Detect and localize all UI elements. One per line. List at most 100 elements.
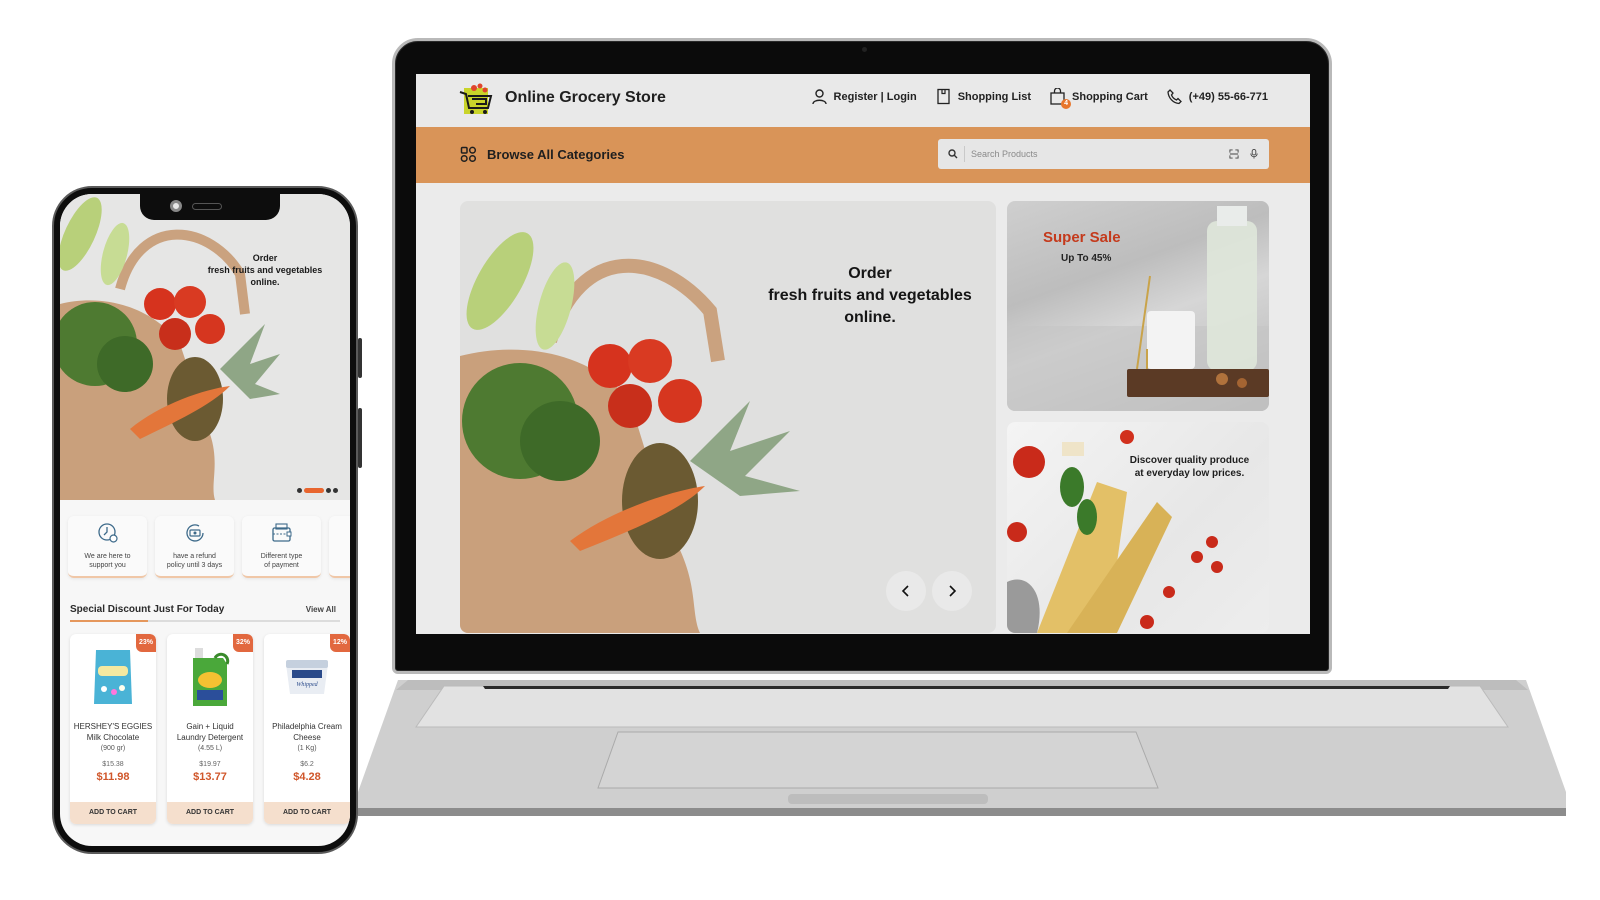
product-name: Cheese <box>293 733 321 742</box>
mobile-hero-line-2: fresh fruits and vegetables <box>207 265 323 275</box>
product-card[interactable]: 32% Gain + Liquid Laundry Detergent (4.55… <box>167 634 253 824</box>
phone-mockup: Order fresh fruits and vegetables online… <box>52 186 362 854</box>
sale-title: Super Sale <box>1043 229 1121 246</box>
shopping-cart-label: Shopping Cart <box>1072 90 1148 103</box>
feature-cards: We are here to support you have a refund p… <box>68 516 350 578</box>
phone-contact-link[interactable]: (+49) 55-66-771 <box>1166 88 1268 105</box>
product-size: (1 Kg) <box>297 745 317 752</box>
search-icon <box>948 149 958 159</box>
hero-line-3: online. <box>844 309 896 326</box>
shopping-list-link[interactable]: Shopping List <box>935 88 1031 105</box>
feature-card-payment[interactable]: Different type of payment <box>242 516 321 578</box>
discount-badge: 12% <box>330 634 350 652</box>
product-name: Philadelphia Cream <box>272 722 342 731</box>
chevron-left-icon <box>901 585 909 597</box>
section-underline <box>70 620 340 622</box>
register-login-label: Register | Login <box>833 90 917 103</box>
search-bar <box>938 139 1269 169</box>
feature-label: Exp <box>332 552 350 561</box>
svg-text:Whipped: Whipped <box>296 682 318 688</box>
view-all-link[interactable]: View All <box>306 605 336 614</box>
grid-categories-icon <box>460 146 477 163</box>
original-price: $19.97 <box>199 761 221 768</box>
shopping-list-label: Shopping List <box>957 90 1032 103</box>
product-size: (4.55 L) <box>197 745 223 752</box>
product-name: HERSHEY'S EGGIES <box>73 722 153 731</box>
feature-label: policy until 3 days <box>166 562 223 569</box>
quality-produce-banner[interactable]: Discover quality produce at everyday low… <box>1007 422 1269 633</box>
mobile-hero-line-3: online. <box>250 277 280 287</box>
sale-subtitle: Up To 45% <box>1061 253 1112 264</box>
feature-label: of payment <box>264 562 299 569</box>
produce-line-1: Discover quality produce <box>1129 455 1250 466</box>
user-icon <box>811 89 827 105</box>
add-to-cart-button[interactable]: ADD TO CART <box>70 802 156 824</box>
carousel-dot-active[interactable] <box>304 488 324 493</box>
quality-produce-text: Discover quality produce at everyday low… <box>1117 454 1262 480</box>
shopping-cart-link[interactable]: 4 Shopping Cart <box>1049 87 1148 109</box>
wallet-icon <box>271 523 291 542</box>
gain-detergent-image <box>193 648 230 706</box>
laptop-camera <box>862 47 867 52</box>
carousel-dot[interactable] <box>326 488 331 493</box>
browse-categories-label: Browse All Categories <box>487 147 625 162</box>
laptop-keyboard-base <box>358 672 1566 820</box>
top-nav: Register | Login Shopping List 4 Shoppin… <box>811 87 1268 109</box>
hero-line-1: Order <box>848 265 892 282</box>
super-sale-banner[interactable]: Super Sale Up To 45% <box>1007 201 1269 411</box>
add-to-cart-button[interactable]: ADD TO CART <box>167 802 253 824</box>
mobile-hero-headline: Order fresh fruits and vegetables online… <box>190 252 340 288</box>
carousel-dot[interactable] <box>333 488 338 493</box>
phone-icon <box>1167 89 1182 105</box>
feature-label: Different type <box>260 553 303 560</box>
mobile-hero-line-1: Order <box>252 253 278 263</box>
feature-card-support[interactable]: We are here to support you <box>68 516 147 578</box>
special-discount-title: Special Discount Just For Today <box>70 604 225 615</box>
product-name: Milk Chocolate <box>86 733 140 742</box>
laptop-mockup: Online Grocery Store Register | Login Sh… <box>392 38 1332 674</box>
site-title[interactable]: Online Grocery Store <box>505 89 666 107</box>
carousel-next-button[interactable] <box>932 571 972 611</box>
product-list: 23% HERSHEY'S EGGIES Milk Chocolate (900 … <box>70 634 350 824</box>
bookmark-list-icon <box>937 88 950 105</box>
refund-icon <box>185 524 204 542</box>
add-to-cart-button[interactable]: ADD TO CART <box>264 802 350 824</box>
carousel-indicators <box>297 488 338 493</box>
product-name: Gain + Liquid <box>186 722 234 731</box>
browse-categories-button[interactable]: Browse All Categories <box>460 146 625 163</box>
sale-price: $13.77 <box>193 771 227 783</box>
site-header: Online Grocery Store Register | Login Sh… <box>416 74 1310 127</box>
mobile-grocery-bag-image <box>60 197 280 500</box>
original-price: $15.38 <box>102 761 124 768</box>
product-card[interactable]: 12% Whipped Philadelphia Cream Cheese (1 … <box>264 634 350 824</box>
barcode-scan-icon[interactable] <box>1229 149 1239 159</box>
original-price: $6.2 <box>300 761 314 768</box>
phone-notch <box>140 194 280 220</box>
feature-card-express[interactable]: Exp <box>329 516 350 578</box>
chevron-right-icon <box>949 585 957 597</box>
feature-label: support you <box>89 562 126 569</box>
category-search-bar: Browse All Categories <box>416 127 1310 183</box>
cart-count-badge: 4 <box>1061 99 1072 109</box>
clock-support-icon <box>97 523 118 543</box>
produce-line-2: at everyday low prices. <box>1134 468 1245 479</box>
carousel-prev-button[interactable] <box>886 571 926 611</box>
mobile-hero-banner[interactable]: Order fresh fruits and vegetables online… <box>60 194 350 500</box>
product-name: Laundry Detergent <box>176 733 244 742</box>
product-card[interactable]: 23% HERSHEY'S EGGIES Milk Chocolate (900 … <box>70 634 156 824</box>
sale-price: $11.98 <box>96 771 130 783</box>
register-login-link[interactable]: Register | Login <box>811 88 917 105</box>
hero-line-2: fresh fruits and vegetables <box>768 287 972 304</box>
search-input[interactable] <box>971 149 1219 159</box>
microphone-icon[interactable] <box>1249 149 1259 159</box>
eggies-product-image <box>94 650 132 704</box>
feature-label: We are here to <box>84 553 131 560</box>
carousel-dot[interactable] <box>297 488 302 493</box>
product-size: (900 gr) <box>100 745 126 752</box>
feature-label: have a refund <box>173 553 216 560</box>
hero-banner: Order fresh fruits and vegetables online… <box>460 201 996 633</box>
desktop-website: Online Grocery Store Register | Login Sh… <box>416 74 1310 634</box>
feature-card-refund[interactable]: have a refund policy until 3 days <box>155 516 234 578</box>
hero-headline: Order fresh fruits and vegetables online… <box>720 263 996 329</box>
store-logo-icon[interactable] <box>458 82 496 116</box>
